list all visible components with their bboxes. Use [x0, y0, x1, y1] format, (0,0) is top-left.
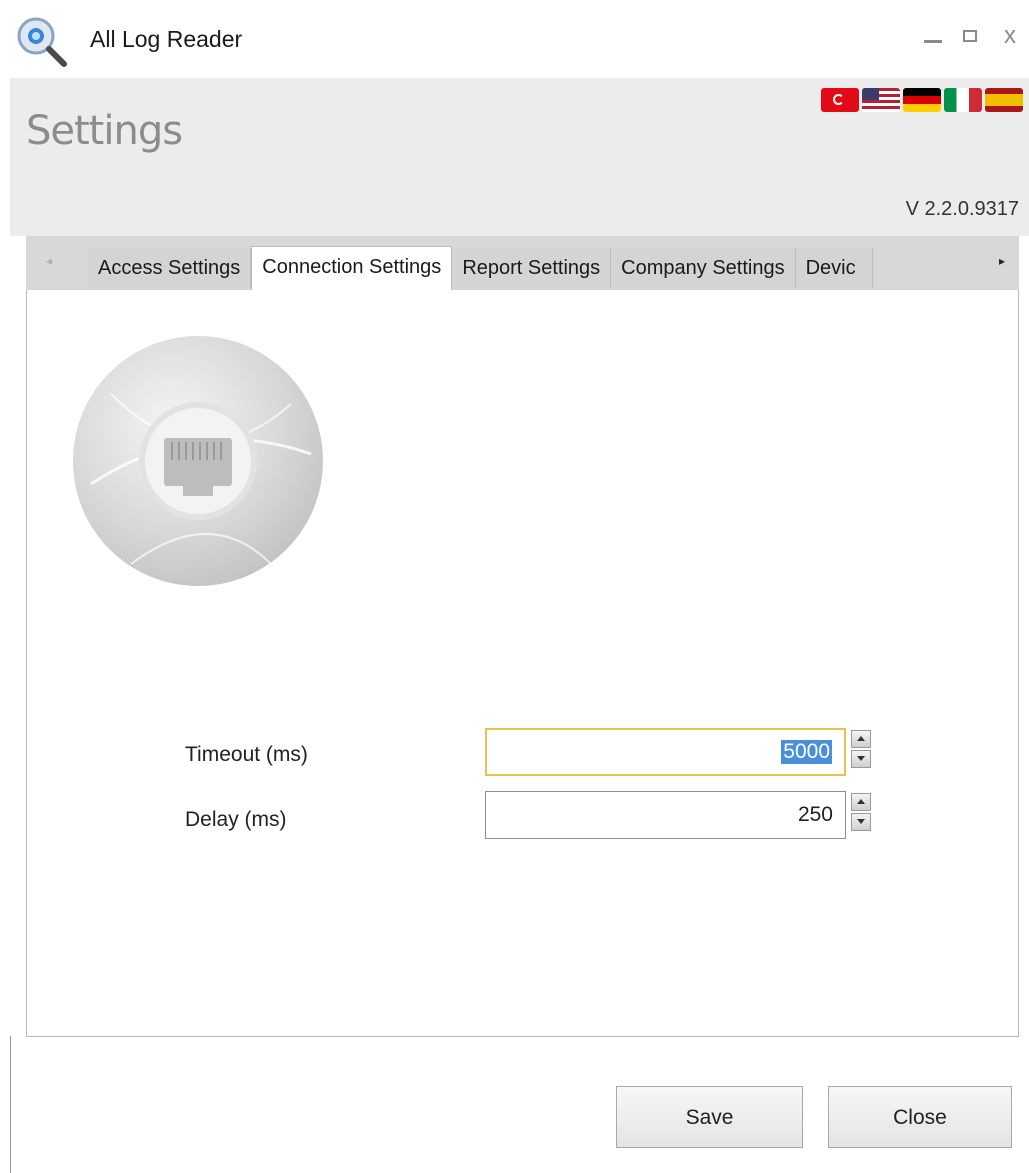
timeout-value[interactable]: 5000 — [781, 740, 832, 764]
maximize-button[interactable] — [963, 30, 977, 42]
delay-decrement-button[interactable] — [851, 813, 871, 831]
tab-company-settings[interactable]: Company Settings — [611, 248, 796, 288]
page-title: Settings — [26, 108, 183, 154]
close-button[interactable]: Close — [828, 1086, 1012, 1148]
delay-input[interactable]: 250 — [485, 791, 846, 839]
close-window-button[interactable]: x — [1004, 22, 1016, 50]
tab-scroll-left-icon[interactable]: ◂ — [46, 254, 52, 268]
version-label: V 2.2.0.9317 — [905, 198, 1019, 220]
timeout-input[interactable]: 5000 — [485, 728, 846, 776]
timeout-stepper[interactable] — [847, 728, 875, 776]
network-globe-icon — [73, 336, 323, 586]
tab-strip: ◂ Access Settings Connection Settings Re… — [26, 236, 1019, 291]
minimize-button[interactable] — [924, 40, 942, 43]
tab-access-settings[interactable]: Access Settings — [88, 248, 252, 288]
tab-scroll-right-icon[interactable]: ▸ — [999, 254, 1005, 268]
delay-stepper[interactable] — [847, 791, 875, 839]
tab-device-settings[interactable]: Devic — [795, 248, 873, 288]
turkish-flag-icon[interactable] — [821, 88, 859, 112]
language-selector — [821, 88, 1023, 116]
timeout-increment-button[interactable] — [851, 730, 871, 748]
settings-header: Settings V 2.2.0.9317 — [10, 78, 1029, 236]
timeout-label: Timeout (ms) — [185, 743, 308, 766]
save-button[interactable]: Save — [616, 1086, 803, 1148]
window-edge — [10, 1036, 11, 1173]
us-flag-icon[interactable] — [862, 88, 900, 112]
italian-flag-icon[interactable] — [944, 88, 982, 112]
tab-connection-settings[interactable]: Connection Settings — [251, 246, 453, 291]
connection-settings-panel: Timeout (ms) 5000 Delay (ms) 250 — [26, 290, 1019, 1037]
title-bar: All Log Reader x — [0, 0, 1029, 78]
tab-report-settings[interactable]: Report Settings — [452, 248, 612, 288]
tab-list: Access Settings Connection Settings Repo… — [88, 246, 873, 291]
spanish-flag-icon[interactable] — [985, 88, 1023, 112]
timeout-decrement-button[interactable] — [851, 750, 871, 768]
app-title: All Log Reader — [90, 26, 243, 52]
magnifier-app-icon — [17, 17, 67, 67]
delay-label: Delay (ms) — [185, 808, 287, 831]
german-flag-icon[interactable] — [903, 88, 941, 112]
delay-value[interactable]: 250 — [798, 803, 833, 827]
delay-increment-button[interactable] — [851, 793, 871, 811]
